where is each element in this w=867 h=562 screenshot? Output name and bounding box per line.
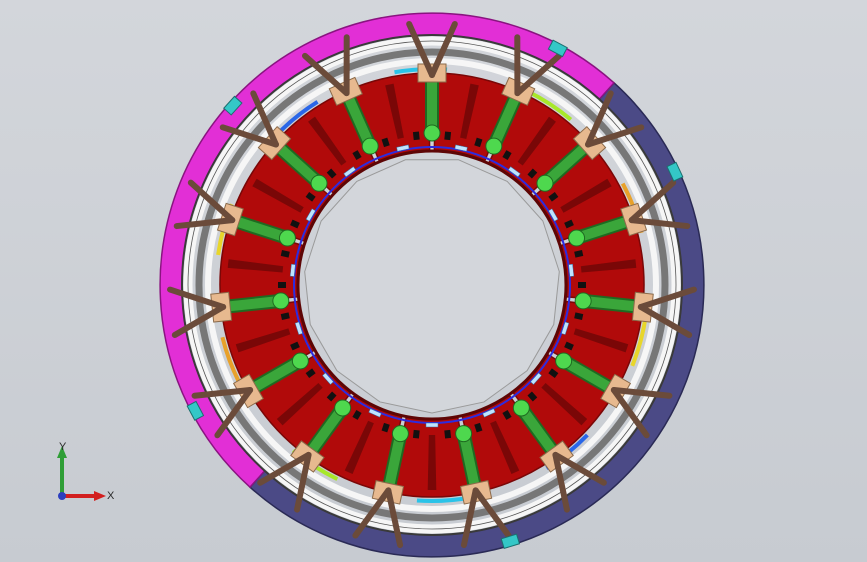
stator-assembly[interactable] (159, 12, 705, 558)
triad-origin (58, 492, 66, 500)
coil-end-bulb (361, 137, 379, 155)
x-axis-label: X (107, 490, 115, 502)
coil-end-bulb (568, 229, 586, 247)
coil-end-bulb (291, 352, 309, 370)
coil-end-bulb (536, 174, 554, 192)
bolt (412, 131, 420, 141)
bore-opening (304, 159, 560, 414)
bolt (412, 429, 420, 439)
coil-end-bulb (574, 292, 592, 310)
coil-end-bulb (391, 425, 409, 443)
coil-end-bulb (455, 425, 473, 443)
coil-end-bulb (272, 292, 290, 310)
3d-viewport[interactable]: Y X (0, 0, 867, 562)
coil-end-bulb (278, 229, 296, 247)
y-axis-label: Y (59, 441, 67, 453)
coil-end-bulb (334, 399, 352, 417)
coil-end-bulb (485, 137, 503, 155)
coil-end-bulb (310, 174, 328, 192)
pole-slot-line (427, 434, 437, 491)
insulator-clip (425, 422, 439, 428)
coil-end-bulb (512, 399, 530, 417)
bolt (444, 131, 452, 141)
bolt (278, 282, 286, 288)
x-axis-arrowhead (94, 491, 106, 501)
bolt (578, 282, 586, 288)
bolt (444, 429, 452, 439)
coordinate-triad: Y X (44, 438, 124, 518)
coil-end-bulb (423, 124, 441, 142)
coil-end-bulb (555, 352, 573, 370)
model-graphics[interactable] (0, 0, 867, 562)
